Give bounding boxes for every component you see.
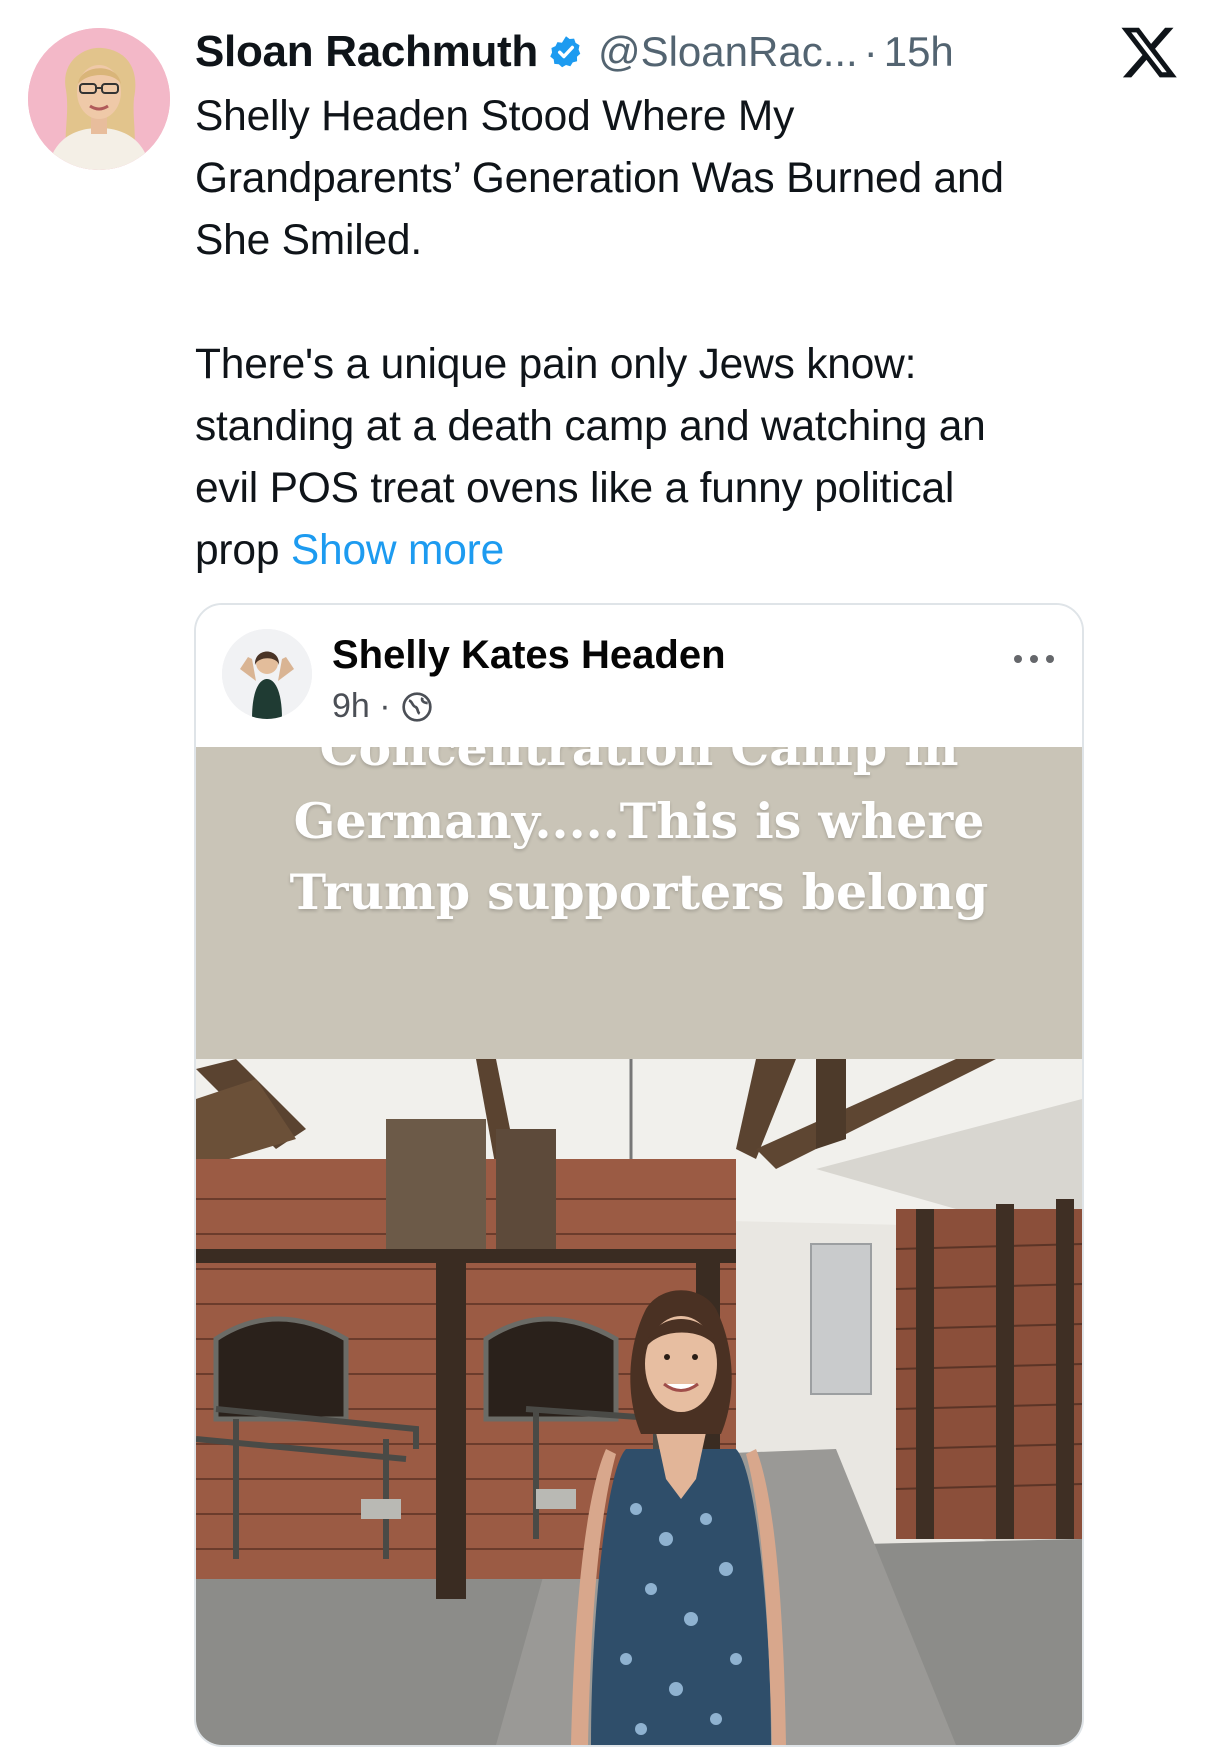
caption-line: Concentration Camp in	[319, 747, 959, 777]
tweet-body: Shelly Headen Stood Where My Grandparent…	[195, 93, 1004, 574]
verified-badge-icon	[548, 34, 584, 70]
embedded-post-time: 9h ·	[332, 687, 391, 725]
more-dots-icon[interactable]	[1014, 651, 1056, 665]
embedded-post-photo	[196, 1059, 1082, 1745]
author-name[interactable]: Sloan Rachmuth	[195, 27, 538, 77]
tweet-text: Shelly Headen Stood Where My Grandparent…	[195, 86, 1155, 582]
embedded-author-name: Shelly Kates Headen	[332, 633, 726, 677]
x-logo-icon[interactable]	[1121, 24, 1177, 80]
tweet-timestamp[interactable]: 15h	[884, 28, 954, 76]
embedded-author-avatar	[222, 629, 312, 719]
meta-separator: ·	[863, 28, 878, 75]
tweet-media[interactable]: Shelly Kates Headen 9h · Concentration C…	[194, 603, 1084, 1747]
embedded-post-header: Shelly Kates Headen 9h ·	[196, 605, 1082, 747]
caption-line: Trump supporters belong	[289, 863, 989, 921]
author-handle[interactable]: @SloanRac...	[598, 28, 858, 76]
show-more-link[interactable]: Show more	[291, 527, 504, 574]
embedded-post-meta: 9h ·	[332, 687, 433, 726]
author-avatar[interactable]	[28, 28, 170, 170]
embedded-post-caption: Concentration Camp in Germany.....This i…	[196, 747, 1082, 1059]
tweet-header: Sloan Rachmuth @SloanRac... · 15h	[195, 22, 954, 82]
globe-icon	[401, 691, 433, 723]
caption-line: Germany.....This is where	[293, 792, 985, 850]
